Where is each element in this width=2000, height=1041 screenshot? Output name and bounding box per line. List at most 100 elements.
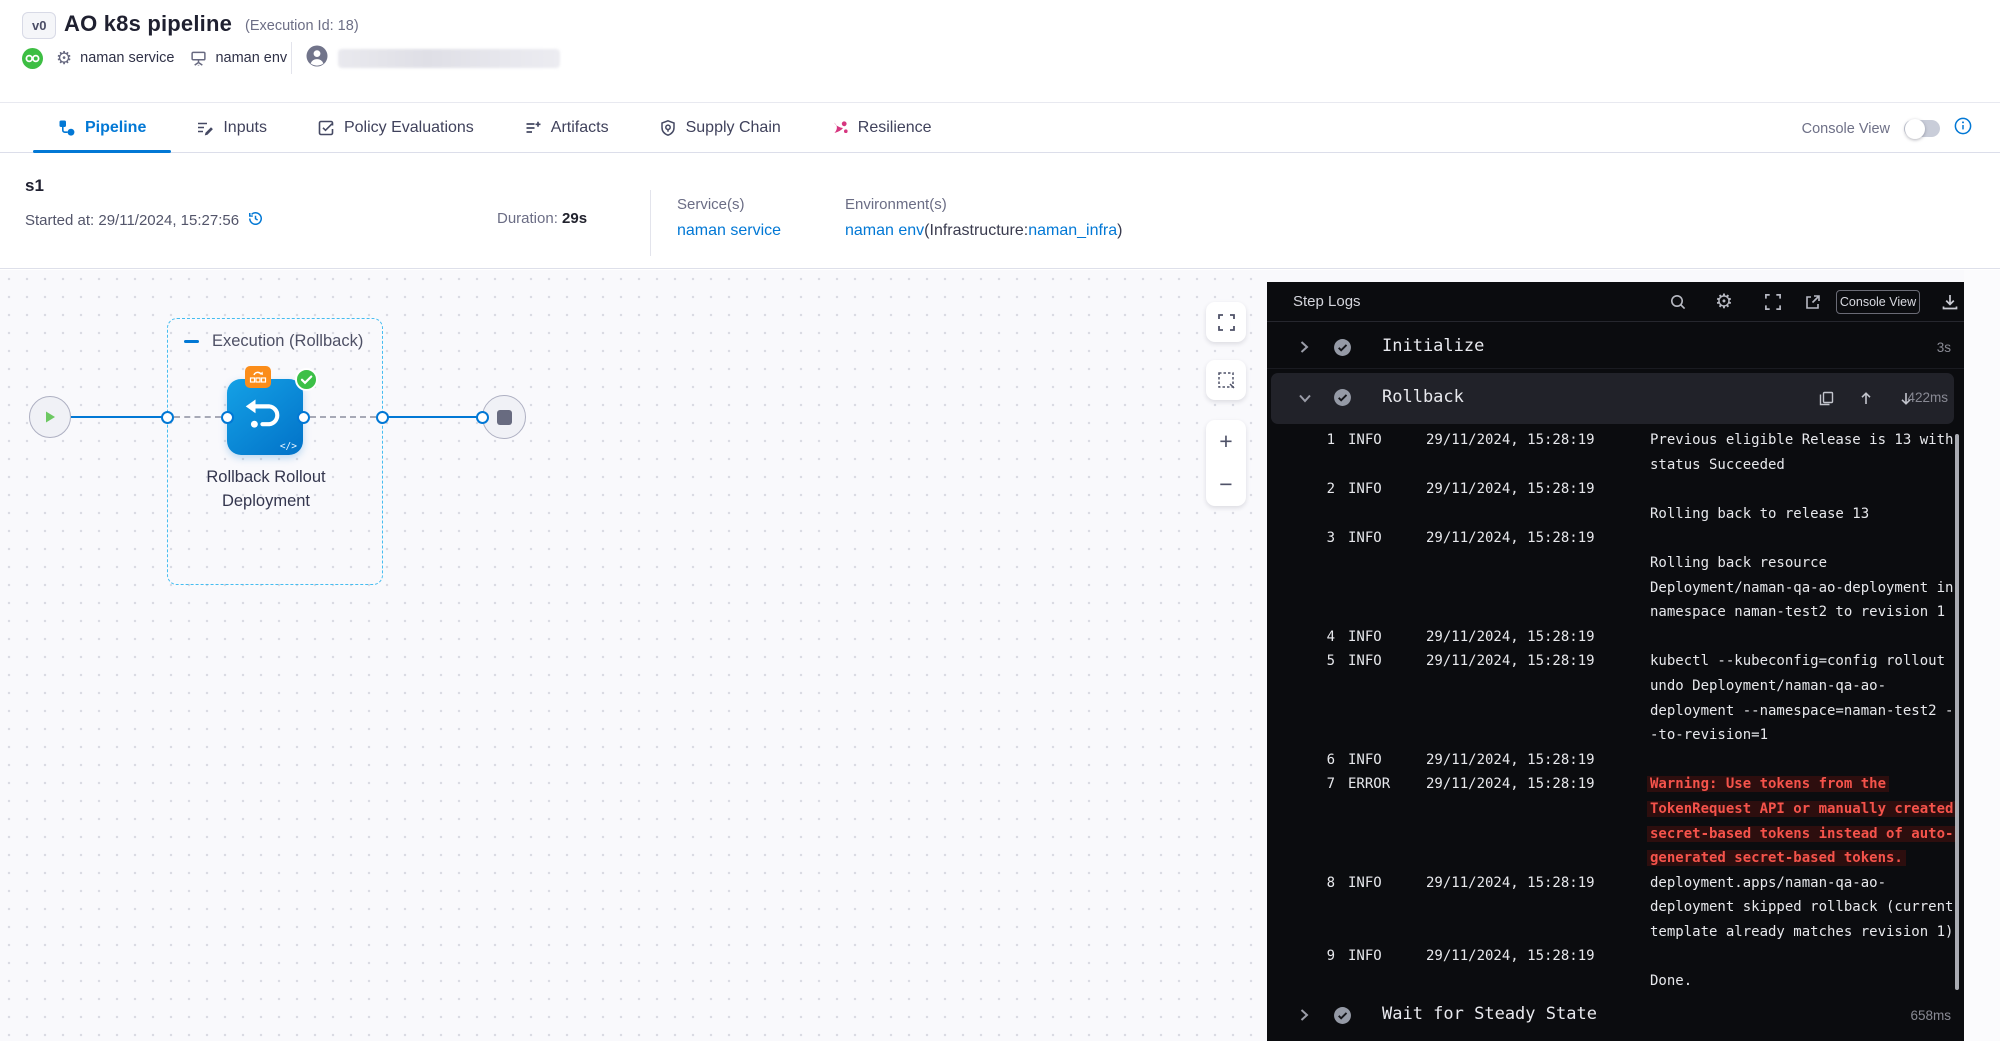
search-icon[interactable] xyxy=(1667,291,1689,313)
execution-id: (Execution Id: 18) xyxy=(245,18,359,34)
version-badge-label: v0 xyxy=(32,18,46,33)
download-icon[interactable] xyxy=(1939,291,1961,313)
info-icon[interactable] xyxy=(1954,117,1972,140)
log-row: generated secret-based tokens. xyxy=(1267,847,1964,872)
infra-suffix: ) xyxy=(1117,222,1122,239)
log-row: 9INFO29/11/2024, 15:28:19 xyxy=(1267,945,1964,970)
log-line-number: 6 xyxy=(1287,752,1335,768)
step-duration: 422ms xyxy=(1907,390,1948,405)
header-meta-row: ⚙ naman service naman env xyxy=(22,45,287,71)
version-badge[interactable]: v0 xyxy=(22,12,56,39)
selected-step-highlight xyxy=(1271,373,1954,424)
header-env-label[interactable]: naman env xyxy=(215,50,287,66)
log-row: 3INFO29/11/2024, 15:28:19 xyxy=(1267,527,1964,552)
console-view-control: Console View xyxy=(1802,104,1972,153)
right-margin xyxy=(1964,270,2000,1041)
log-message-error: secret-based tokens instead of auto- xyxy=(1647,826,1956,842)
log-row: Done. xyxy=(1267,970,1964,995)
scroll-up-icon[interactable] xyxy=(1856,388,1876,408)
log-message: Deployment/naman-qa-ao-deployment in xyxy=(1650,580,1953,596)
step-name: Initialize xyxy=(1382,336,1484,356)
chevron-right-icon[interactable] xyxy=(1298,1008,1310,1027)
connector-dot xyxy=(161,411,174,424)
service-link[interactable]: naman service xyxy=(677,222,781,240)
tab-supply-chain[interactable]: Supply Chain xyxy=(634,104,806,152)
env-link[interactable]: naman env xyxy=(845,222,924,239)
page: v0 AO k8s pipeline (Execution Id: 18) ⚙ … xyxy=(0,0,2000,1041)
tab-artifacts[interactable]: Artifacts xyxy=(499,104,634,152)
gear-icon[interactable]: ⚙ xyxy=(56,49,72,67)
edge-group-to-node xyxy=(174,416,221,418)
step-row-rollback[interactable]: Rollback 422ms xyxy=(1267,373,1964,424)
fullscreen-icon[interactable] xyxy=(1762,291,1784,313)
step-success-icon xyxy=(1333,1006,1352,1030)
stage-summary-bar: s1 Started at: 29/11/2024, 15:27:56 Dura… xyxy=(0,154,2000,269)
log-line-number: 4 xyxy=(1287,629,1335,645)
console-view-button[interactable]: Console View xyxy=(1836,290,1920,314)
pipeline-icon xyxy=(58,119,76,137)
log-panel-title: Step Logs xyxy=(1293,293,1361,310)
console-view-toggle[interactable] xyxy=(1904,120,1940,137)
chevron-right-icon[interactable] xyxy=(1298,340,1310,359)
tab-label: Artifacts xyxy=(551,119,609,137)
tab-label: Pipeline xyxy=(85,119,146,137)
log-line-number: 9 xyxy=(1287,948,1335,964)
step-name: Rollback xyxy=(1382,387,1464,407)
connector-dot xyxy=(221,411,234,424)
step-row-initialize[interactable]: Initialize 3s xyxy=(1267,327,1964,369)
tab-resilience[interactable]: Resilience xyxy=(806,104,957,152)
log-line-number: 1 xyxy=(1287,432,1335,448)
connector-dot xyxy=(376,411,389,424)
chevron-down-icon[interactable] xyxy=(1298,391,1312,409)
log-timestamp: 29/11/2024, 15:28:19 xyxy=(1426,530,1595,546)
log-message: template already matches revision 1) xyxy=(1650,924,1953,940)
log-row: template already matches revision 1) xyxy=(1267,921,1964,946)
edge-start-to-group xyxy=(71,416,167,418)
log-row: 4 INFO 29/11/2024, 15:28:19 xyxy=(1267,626,1964,651)
log-timestamp: 29/11/2024, 15:28:19 xyxy=(1426,653,1595,669)
header-service-label[interactable]: naman service xyxy=(80,50,174,66)
log-level: INFO xyxy=(1348,752,1382,768)
log-timestamp: 29/11/2024, 15:28:19 xyxy=(1426,752,1595,768)
zoom-out-button[interactable]: − xyxy=(1206,463,1246,506)
collapse-icon[interactable] xyxy=(184,340,199,343)
step-success-icon xyxy=(1333,388,1352,412)
copy-icon[interactable] xyxy=(1816,388,1836,408)
script-glyph: </> xyxy=(280,441,297,452)
tab-pipeline[interactable]: Pipeline xyxy=(33,104,171,152)
open-in-new-icon[interactable] xyxy=(1801,291,1823,313)
marquee-select-button[interactable] xyxy=(1206,360,1246,400)
tab-inputs[interactable]: Inputs xyxy=(171,104,292,152)
infra-link[interactable]: naman_infra xyxy=(1028,222,1117,239)
log-row: Rolling back resource xyxy=(1267,552,1964,577)
step-row-wait-for-steady-state[interactable]: Wait for Steady State 658ms xyxy=(1267,995,1964,1037)
log-timestamp: 29/11/2024, 15:28:19 xyxy=(1426,629,1595,645)
fit-to-screen-button[interactable] xyxy=(1206,302,1246,342)
pipeline-start-node[interactable] xyxy=(29,396,71,438)
log-level: INFO xyxy=(1348,432,1382,448)
settings-gear-icon[interactable]: ⚙ xyxy=(1713,291,1735,313)
history-icon[interactable] xyxy=(247,210,264,231)
page-title: AO k8s pipeline xyxy=(64,11,232,37)
tab-bar: Pipeline InputsPolicy Evaluations Artifact… xyxy=(0,104,2000,153)
log-timestamp: 29/11/2024, 15:28:19 xyxy=(1426,875,1595,891)
avatar xyxy=(306,45,328,72)
stage-divider xyxy=(650,190,651,256)
log-row: TokenRequest API or manually created xyxy=(1267,798,1964,823)
log-scrollbar[interactable] xyxy=(1955,434,1959,990)
tab-policy-evaluations[interactable]: Policy Evaluations xyxy=(292,104,499,152)
log-message-error: Warning: Use tokens from the xyxy=(1647,776,1889,792)
log-row: deployment --namespace=naman-test2 - xyxy=(1267,700,1964,725)
log-row: 1INFO29/11/2024, 15:28:19Previous eligib… xyxy=(1267,429,1964,454)
tab-label: Supply Chain xyxy=(686,119,781,137)
log-message: Done. xyxy=(1650,973,1692,989)
log-row: namespace naman-test2 to revision 1 xyxy=(1267,601,1964,626)
rollback-step-node[interactable]: </> xyxy=(227,379,303,455)
cd-module-icon xyxy=(22,48,43,69)
log-line-number: 3 xyxy=(1287,530,1335,546)
zoom-in-button[interactable]: + xyxy=(1206,420,1246,463)
log-timestamp: 29/11/2024, 15:28:19 xyxy=(1426,481,1595,497)
log-message: -to-revision=1 xyxy=(1650,727,1768,743)
log-message: Previous eligible Release is 13 with xyxy=(1650,432,1953,448)
log-level: INFO xyxy=(1348,629,1382,645)
